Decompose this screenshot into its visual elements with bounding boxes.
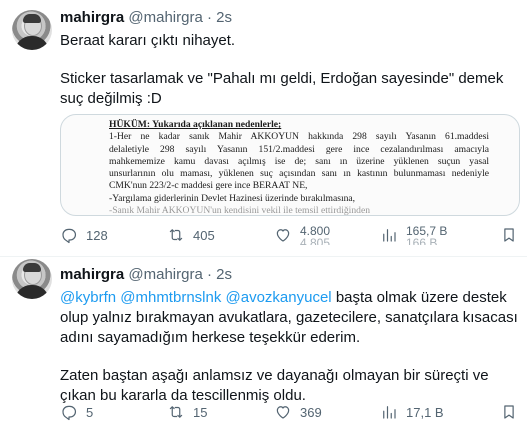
- views-chart-icon: [383, 406, 396, 419]
- court-document: HÜKÜM: Yukarıda açıklanan nedenlerle; 1-…: [109, 119, 489, 216]
- author-handle[interactable]: @mahirgra: [128, 266, 202, 283]
- tweet-text-line: Beraat kararı çıktı nihayet.: [60, 32, 236, 49]
- reply-icon: [62, 228, 77, 244]
- mention-link[interactable]: @avozkanyucel: [226, 289, 332, 306]
- author-name[interactable]: mahirgra: [60, 266, 124, 283]
- like-count: 369: [300, 404, 322, 420]
- heart-icon: [276, 229, 290, 242]
- mention-link[interactable]: @kybrfn: [60, 289, 116, 306]
- views-count: 17,1 B: [406, 404, 444, 420]
- views-count-rolling: 165,7 B 166 B: [406, 225, 447, 245]
- document-line: -Sanık Mahir AKKOYUN'un kendisini vekil …: [109, 205, 370, 216]
- views-button[interactable]: 17,1 B: [380, 402, 444, 422]
- mention-link[interactable]: @mhmtbrnslnk: [120, 289, 221, 306]
- views-button[interactable]: 165,7 B 166 B: [380, 225, 447, 245]
- author-handle[interactable]: @mahirgra: [128, 9, 202, 26]
- tweet-text-line: Sticker tasarlamak ve "Pahalı mı geldi, …: [60, 70, 504, 107]
- retweet-count: 405: [193, 227, 215, 243]
- separator-dot: ·: [206, 9, 212, 26]
- like-count-rolling: 4.800 4.805: [300, 225, 330, 245]
- avatar[interactable]: [12, 10, 52, 50]
- tweet-time[interactable]: 2s: [216, 266, 232, 283]
- views-count-next: 166 B: [406, 236, 438, 245]
- reply-icon: [62, 405, 77, 421]
- tweet-actions: 128 405 4.800 4.805 165,7 B 166 B: [60, 225, 520, 245]
- retweet-count: 15: [193, 404, 208, 420]
- tweet-text-line: @kybrfn @mhmtbrnslnk @avozkanyucel başta…: [60, 288, 518, 348]
- tweet-header: mahirgra @mahirgra · 2s: [60, 8, 232, 28]
- document-line: unsurlarının olu maması, yüklenen suç aç…: [109, 168, 489, 180]
- tweet-text: @kybrfn @mhmtbrnslnk @avozkanyucel başta…: [60, 288, 518, 406]
- tweet-text: Beraat kararı çıktı nihayet. Sticker tas…: [60, 31, 518, 109]
- avatar-hair: [23, 263, 41, 272]
- retweet-icon: [169, 406, 183, 418]
- tweet[interactable]: mahirgra @mahirgra · 2s @kybrfn @mhmtbrn…: [0, 256, 527, 434]
- like-button[interactable]: 369: [274, 402, 322, 422]
- tweet-actions: 5 15 369 17,1 B: [60, 402, 520, 422]
- avatar-shoulders: [15, 285, 49, 299]
- tweet-header: mahirgra @mahirgra · 2s: [60, 265, 232, 285]
- document-heading: HÜKÜM: Yukarıda açıklanan nedenlerle;: [109, 119, 282, 130]
- bookmark-icon: [504, 405, 514, 419]
- avatar[interactable]: [12, 259, 52, 299]
- document-line: -Yargılama giderlerinin Devlet Hazinesi …: [109, 192, 356, 204]
- bookmark-button[interactable]: [500, 225, 518, 245]
- reply-button[interactable]: 5: [60, 402, 93, 422]
- avatar-hair: [23, 14, 41, 23]
- document-line: 1-Her ne kadar sanık Mahir AKKOYUN hakkı…: [109, 131, 489, 143]
- views-chart-icon: [383, 229, 396, 242]
- attached-image[interactable]: HÜKÜM: Yukarıda açıklanan nedenlerle; 1-…: [60, 114, 520, 216]
- tweet-time[interactable]: 2s: [216, 9, 232, 26]
- retweet-button[interactable]: 15: [167, 402, 207, 422]
- reply-count: 128: [86, 227, 108, 243]
- bookmark-icon: [504, 228, 514, 242]
- avatar-shoulders: [15, 36, 49, 50]
- author-name[interactable]: mahirgra: [60, 9, 124, 26]
- document-line: mahkememize kamu davası açılmış ise de; …: [109, 155, 489, 167]
- like-button[interactable]: 4.800 4.805: [274, 225, 330, 245]
- document-line: delaletiyle 298 sayılı Yasanın 151/2.mad…: [109, 143, 489, 155]
- tweet[interactable]: mahirgra @mahirgra · 2s Beraat kararı çı…: [0, 0, 527, 256]
- bookmark-button[interactable]: [500, 402, 518, 422]
- separator-dot: ·: [206, 266, 212, 283]
- document-line: CMK'nun 223/2-c maddesi gere ince BERAAT…: [109, 180, 308, 192]
- retweet-icon: [169, 229, 183, 241]
- retweet-button[interactable]: 405: [167, 225, 215, 245]
- reply-count: 5: [86, 404, 94, 420]
- reply-button[interactable]: 128: [60, 225, 108, 245]
- like-count-next: 4.805: [300, 236, 331, 245]
- heart-icon: [276, 406, 290, 419]
- tweet-text-line: Zaten baştan aşağı anlamsız ve dayanağı …: [60, 367, 489, 404]
